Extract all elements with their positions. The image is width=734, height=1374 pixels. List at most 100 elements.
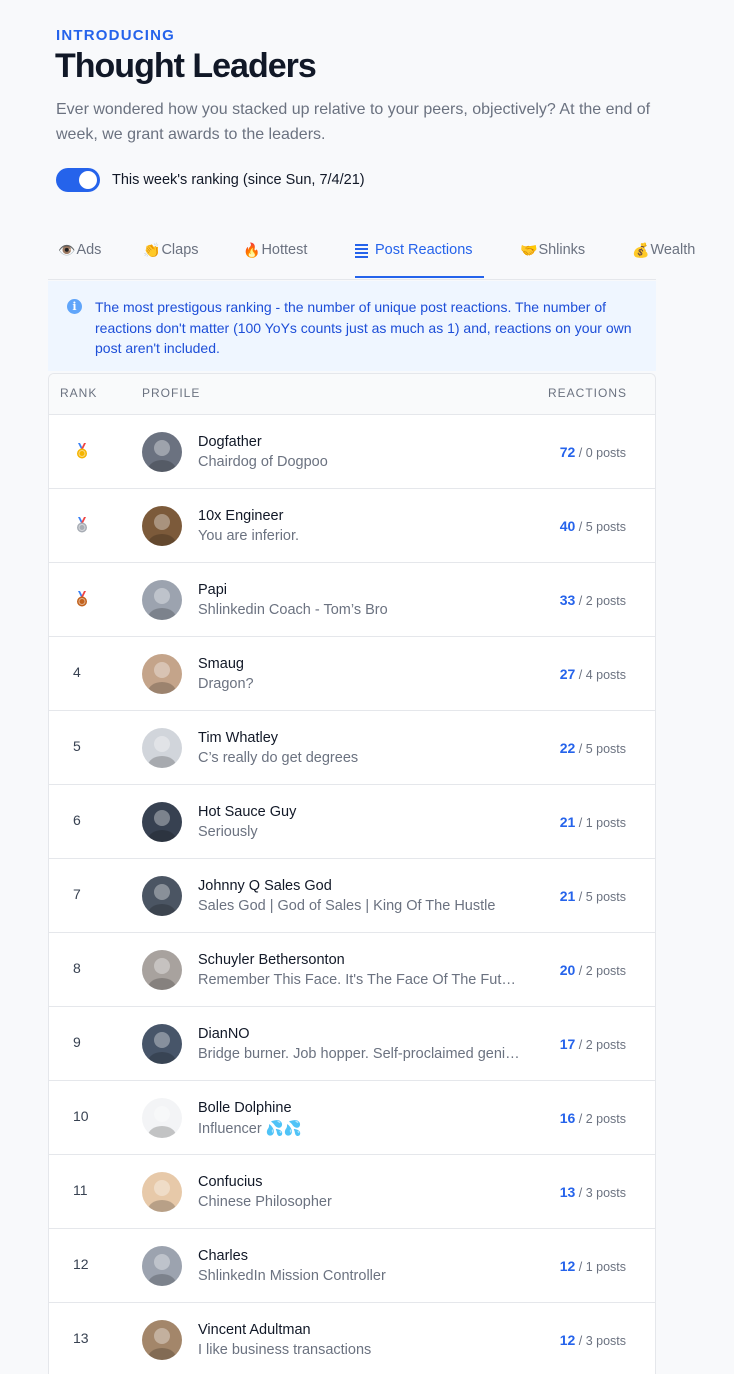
profile-headline: I like business transactions xyxy=(198,1342,372,1358)
profile-name[interactable]: Hot Sauce Guy xyxy=(198,804,296,820)
reaction-count: 21 / 1 posts xyxy=(560,814,626,830)
tab-hottest[interactable]: 🔥 Hottest xyxy=(243,229,307,278)
bronze-medal-icon xyxy=(77,591,87,607)
post-count: / 5 posts xyxy=(578,890,626,904)
table-row[interactable]: 10 Bolle Dolphine Influencer 💦💦 16 / 2 p… xyxy=(49,1081,655,1155)
reaction-number: 16 xyxy=(559,1110,576,1126)
list-icon xyxy=(355,244,368,258)
avatar[interactable] xyxy=(142,654,182,694)
reaction-count: 40 / 5 posts xyxy=(560,518,626,534)
profile-headline: Influencer 💦💦 xyxy=(198,1121,302,1137)
table-row[interactable]: 8 Schuyler Bethersonton Remember This Fa… xyxy=(49,933,655,1007)
avatar[interactable] xyxy=(142,580,182,620)
profile-name[interactable]: Johnny Q Sales God xyxy=(198,878,332,894)
eye-icon: 👁️ xyxy=(58,242,76,258)
tab-ads[interactable]: 👁️ Ads xyxy=(58,229,101,278)
reaction-number: 12 xyxy=(559,1332,576,1348)
profile-name[interactable]: Confucius xyxy=(198,1174,262,1190)
rank-number: 13 xyxy=(73,1330,89,1346)
gold-medal-icon xyxy=(77,443,87,459)
post-count: / 5 posts xyxy=(578,520,626,534)
reaction-number: 12 xyxy=(559,1258,576,1274)
profile-headline: ShlinkedIn Mission Controller xyxy=(198,1268,386,1284)
table-row[interactable]: 9 DianNO Bridge burner. Job hopper. Self… xyxy=(49,1007,655,1081)
post-count: / 2 posts xyxy=(578,1112,626,1126)
tab-label: Shlinks xyxy=(538,242,586,258)
table-row[interactable]: 4 Smaug Dragon? 27 / 4 posts xyxy=(49,637,655,711)
leaderboard-page: INTRODUCING Thought Leaders Ever wondere… xyxy=(0,0,734,1374)
table-row[interactable]: Papi Shlinkedin Coach - Tom’s Bro 33 / 2… xyxy=(49,563,655,637)
rank-number: 5 xyxy=(73,738,81,754)
eyebrow-label: INTRODUCING xyxy=(56,27,176,44)
avatar[interactable] xyxy=(142,1172,182,1212)
reaction-count: 27 / 4 posts xyxy=(560,666,626,682)
table-row[interactable]: 6 Hot Sauce Guy Seriously 21 / 1 posts xyxy=(49,785,655,859)
avatar[interactable] xyxy=(142,728,182,768)
post-count: / 3 posts xyxy=(578,1334,626,1348)
tab-wealth[interactable]: 💰 Wealth xyxy=(632,229,695,278)
avatar[interactable] xyxy=(142,1320,182,1360)
profile-name[interactable]: Vincent Adultman xyxy=(198,1322,311,1338)
rank-number: 4 xyxy=(73,664,81,680)
profile-name[interactable]: Papi xyxy=(198,582,227,598)
profile-name[interactable]: Charles xyxy=(198,1248,248,1264)
tab-claps[interactable]: 👏 Claps xyxy=(143,229,199,278)
rank-number: 10 xyxy=(73,1108,89,1124)
post-count: / 2 posts xyxy=(578,964,626,978)
table-row[interactable]: 10x Engineer You are inferior. 40 / 5 po… xyxy=(49,489,655,563)
profile-name[interactable]: 10x Engineer xyxy=(198,508,283,524)
avatar[interactable] xyxy=(142,1098,182,1138)
reaction-count: 22 / 5 posts xyxy=(560,740,626,756)
toggle-knob xyxy=(79,171,97,189)
avatar[interactable] xyxy=(142,1024,182,1064)
tab-post-reactions[interactable]: Post Reactions xyxy=(355,229,484,278)
profile-name[interactable]: Tim Whatley xyxy=(198,730,278,746)
reaction-count: 17 / 2 posts xyxy=(560,1036,626,1052)
profile-headline: Chairdog of Dogpoo xyxy=(198,454,328,470)
avatar[interactable] xyxy=(142,1246,182,1286)
post-count: / 2 posts xyxy=(578,594,626,608)
tab-label: Wealth xyxy=(650,242,696,258)
table-row[interactable]: 7 Johnny Q Sales God Sales God | God of … xyxy=(49,859,655,933)
profile-name[interactable]: DianNO xyxy=(198,1026,250,1042)
table-row[interactable]: 5 Tim Whatley C’s really do get degrees … xyxy=(49,711,655,785)
avatar[interactable] xyxy=(142,802,182,842)
avatar[interactable] xyxy=(142,506,182,546)
tab-shlinks[interactable]: 🤝 Shlinks xyxy=(520,229,585,278)
reaction-number: 22 xyxy=(559,740,576,756)
table-row[interactable]: 13 Vincent Adultman I like business tran… xyxy=(49,1303,655,1374)
reaction-number: 72 xyxy=(559,444,576,460)
reaction-number: 17 xyxy=(559,1036,576,1052)
reaction-number: 33 xyxy=(559,592,576,608)
rank-number: 9 xyxy=(73,1034,81,1050)
tab-label: Post Reactions xyxy=(375,242,473,258)
post-count: / 4 posts xyxy=(578,668,626,682)
avatar[interactable] xyxy=(142,432,182,472)
reaction-count: 33 / 2 posts xyxy=(560,592,626,608)
tab-label: Claps xyxy=(161,242,199,258)
avatar[interactable] xyxy=(142,876,182,916)
profile-name[interactable]: Smaug xyxy=(198,656,244,672)
reaction-count: 12 / 3 posts xyxy=(560,1332,626,1348)
tab-label: Ads xyxy=(76,242,102,258)
toggle-label: This week's ranking (since Sun, 7/4/21) xyxy=(112,172,365,188)
profile-name[interactable]: Dogfather xyxy=(198,434,262,450)
money-bag-icon: 💰 xyxy=(632,242,650,258)
info-banner: i The most prestigous ranking - the numb… xyxy=(48,281,656,371)
profile-name[interactable]: Schuyler Bethersonton xyxy=(198,952,345,968)
profile-headline: You are inferior. xyxy=(198,528,300,544)
table-row[interactable]: 12 Charles ShlinkedIn Mission Controller… xyxy=(49,1229,655,1303)
table-row[interactable]: 11 Confucius Chinese Philosopher 13 / 3 … xyxy=(49,1155,655,1229)
weekly-ranking-toggle[interactable] xyxy=(56,168,100,192)
profile-headline: Seriously xyxy=(198,824,258,840)
reaction-number: 21 xyxy=(559,814,576,830)
post-count: / 1 posts xyxy=(578,1260,626,1274)
page-title: Thought Leaders xyxy=(55,47,317,85)
info-icon: i xyxy=(67,299,82,314)
table-row[interactable]: Dogfather Chairdog of Dogpoo 72 / 0 post… xyxy=(49,415,655,489)
reaction-number: 20 xyxy=(559,962,576,978)
tab-label: Hottest xyxy=(261,242,308,258)
avatar[interactable] xyxy=(142,950,182,990)
profile-name[interactable]: Bolle Dolphine xyxy=(198,1100,292,1116)
reaction-count: 21 / 5 posts xyxy=(560,888,626,904)
